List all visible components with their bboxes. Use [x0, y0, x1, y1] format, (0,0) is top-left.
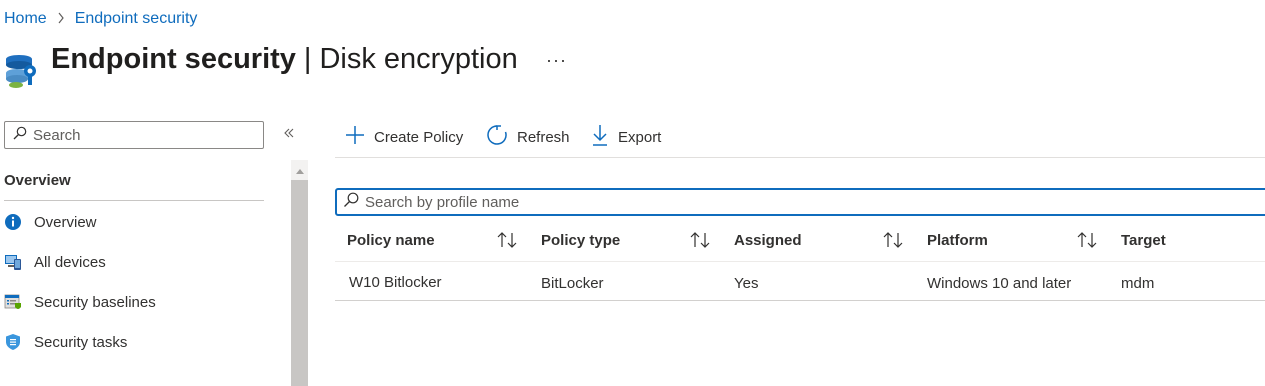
sidebar-item-label: Security baselines	[34, 293, 156, 311]
sort-icon[interactable]	[882, 230, 904, 250]
sidebar-item-label: All devices	[34, 253, 106, 271]
devices-icon	[4, 253, 22, 271]
info-icon	[4, 213, 22, 231]
policy-type-cell: BitLocker	[541, 274, 604, 292]
refresh-button[interactable]: Refresh	[486, 124, 570, 150]
baselines-icon	[4, 293, 22, 311]
sidebar-section-title: Overview	[4, 172, 71, 189]
assigned-cell: Yes	[734, 274, 759, 292]
table-row-divider	[335, 300, 1265, 301]
profile-search-input[interactable]	[365, 193, 965, 211]
download-icon	[591, 124, 609, 150]
sidebar-search-input[interactable]	[33, 126, 233, 144]
page-title-sub: Disk encryption	[319, 43, 518, 75]
column-header-policy-name[interactable]: Policy name	[347, 230, 435, 250]
sidebar-item-all-devices[interactable]: All devices	[4, 250, 106, 274]
header-row-divider	[335, 261, 1265, 262]
sidebar-item-overview[interactable]: Overview	[4, 210, 97, 234]
refresh-label: Refresh	[517, 128, 570, 146]
section-divider	[4, 200, 264, 201]
endpoint-security-icon	[4, 45, 38, 89]
sidebar-item-security-baselines[interactable]: Security baselines	[4, 290, 156, 314]
column-header-target[interactable]: Target	[1121, 230, 1166, 250]
sidebar-item-security-tasks[interactable]: Security tasks	[4, 330, 127, 354]
sort-icon[interactable]	[689, 230, 711, 250]
sort-icon[interactable]	[496, 230, 518, 250]
export-button[interactable]: Export	[591, 124, 661, 150]
sidebar-search-box[interactable]	[4, 121, 264, 149]
double-chevron-left-icon	[284, 128, 294, 138]
breadcrumb-endpoint-security-link[interactable]: Endpoint security	[75, 10, 198, 28]
page-title-main: Endpoint security	[51, 43, 296, 75]
column-header-assigned[interactable]: Assigned	[734, 230, 802, 250]
create-policy-button[interactable]: Create Policy	[345, 124, 463, 150]
shield-tasks-icon	[4, 333, 22, 351]
export-label: Export	[618, 128, 662, 146]
page-title: Endpoint security | Disk encryption	[51, 43, 518, 76]
refresh-icon	[486, 124, 508, 150]
toolbar-divider	[335, 157, 1265, 158]
page-title-separator: |	[303, 43, 312, 75]
breadcrumb-separator-icon	[57, 12, 65, 27]
breadcrumb-home-link[interactable]: Home	[4, 10, 47, 28]
scrollbar-thumb[interactable]	[291, 180, 308, 386]
search-icon	[13, 126, 27, 145]
column-header-platform[interactable]: Platform	[927, 230, 988, 250]
sidebar-item-label: Security tasks	[34, 333, 128, 351]
scroll-up-arrow-icon[interactable]	[291, 164, 308, 178]
profile-search-box[interactable]	[335, 188, 1265, 216]
sidebar-item-label: Overview	[34, 213, 97, 231]
search-icon	[343, 192, 359, 213]
breadcrumb: Home Endpoint security	[4, 10, 197, 28]
column-header-policy-type[interactable]: Policy type	[541, 230, 620, 250]
create-policy-label: Create Policy	[374, 128, 464, 146]
plus-icon	[345, 125, 365, 149]
platform-cell: Windows 10 and later	[927, 274, 1072, 292]
collapse-sidebar-button[interactable]	[283, 126, 295, 144]
sort-icon[interactable]	[1076, 230, 1098, 250]
policy-name-link[interactable]: W10 Bitlocker	[349, 272, 442, 292]
more-options-button[interactable]: ···	[546, 50, 567, 71]
target-cell: mdm	[1121, 274, 1155, 292]
